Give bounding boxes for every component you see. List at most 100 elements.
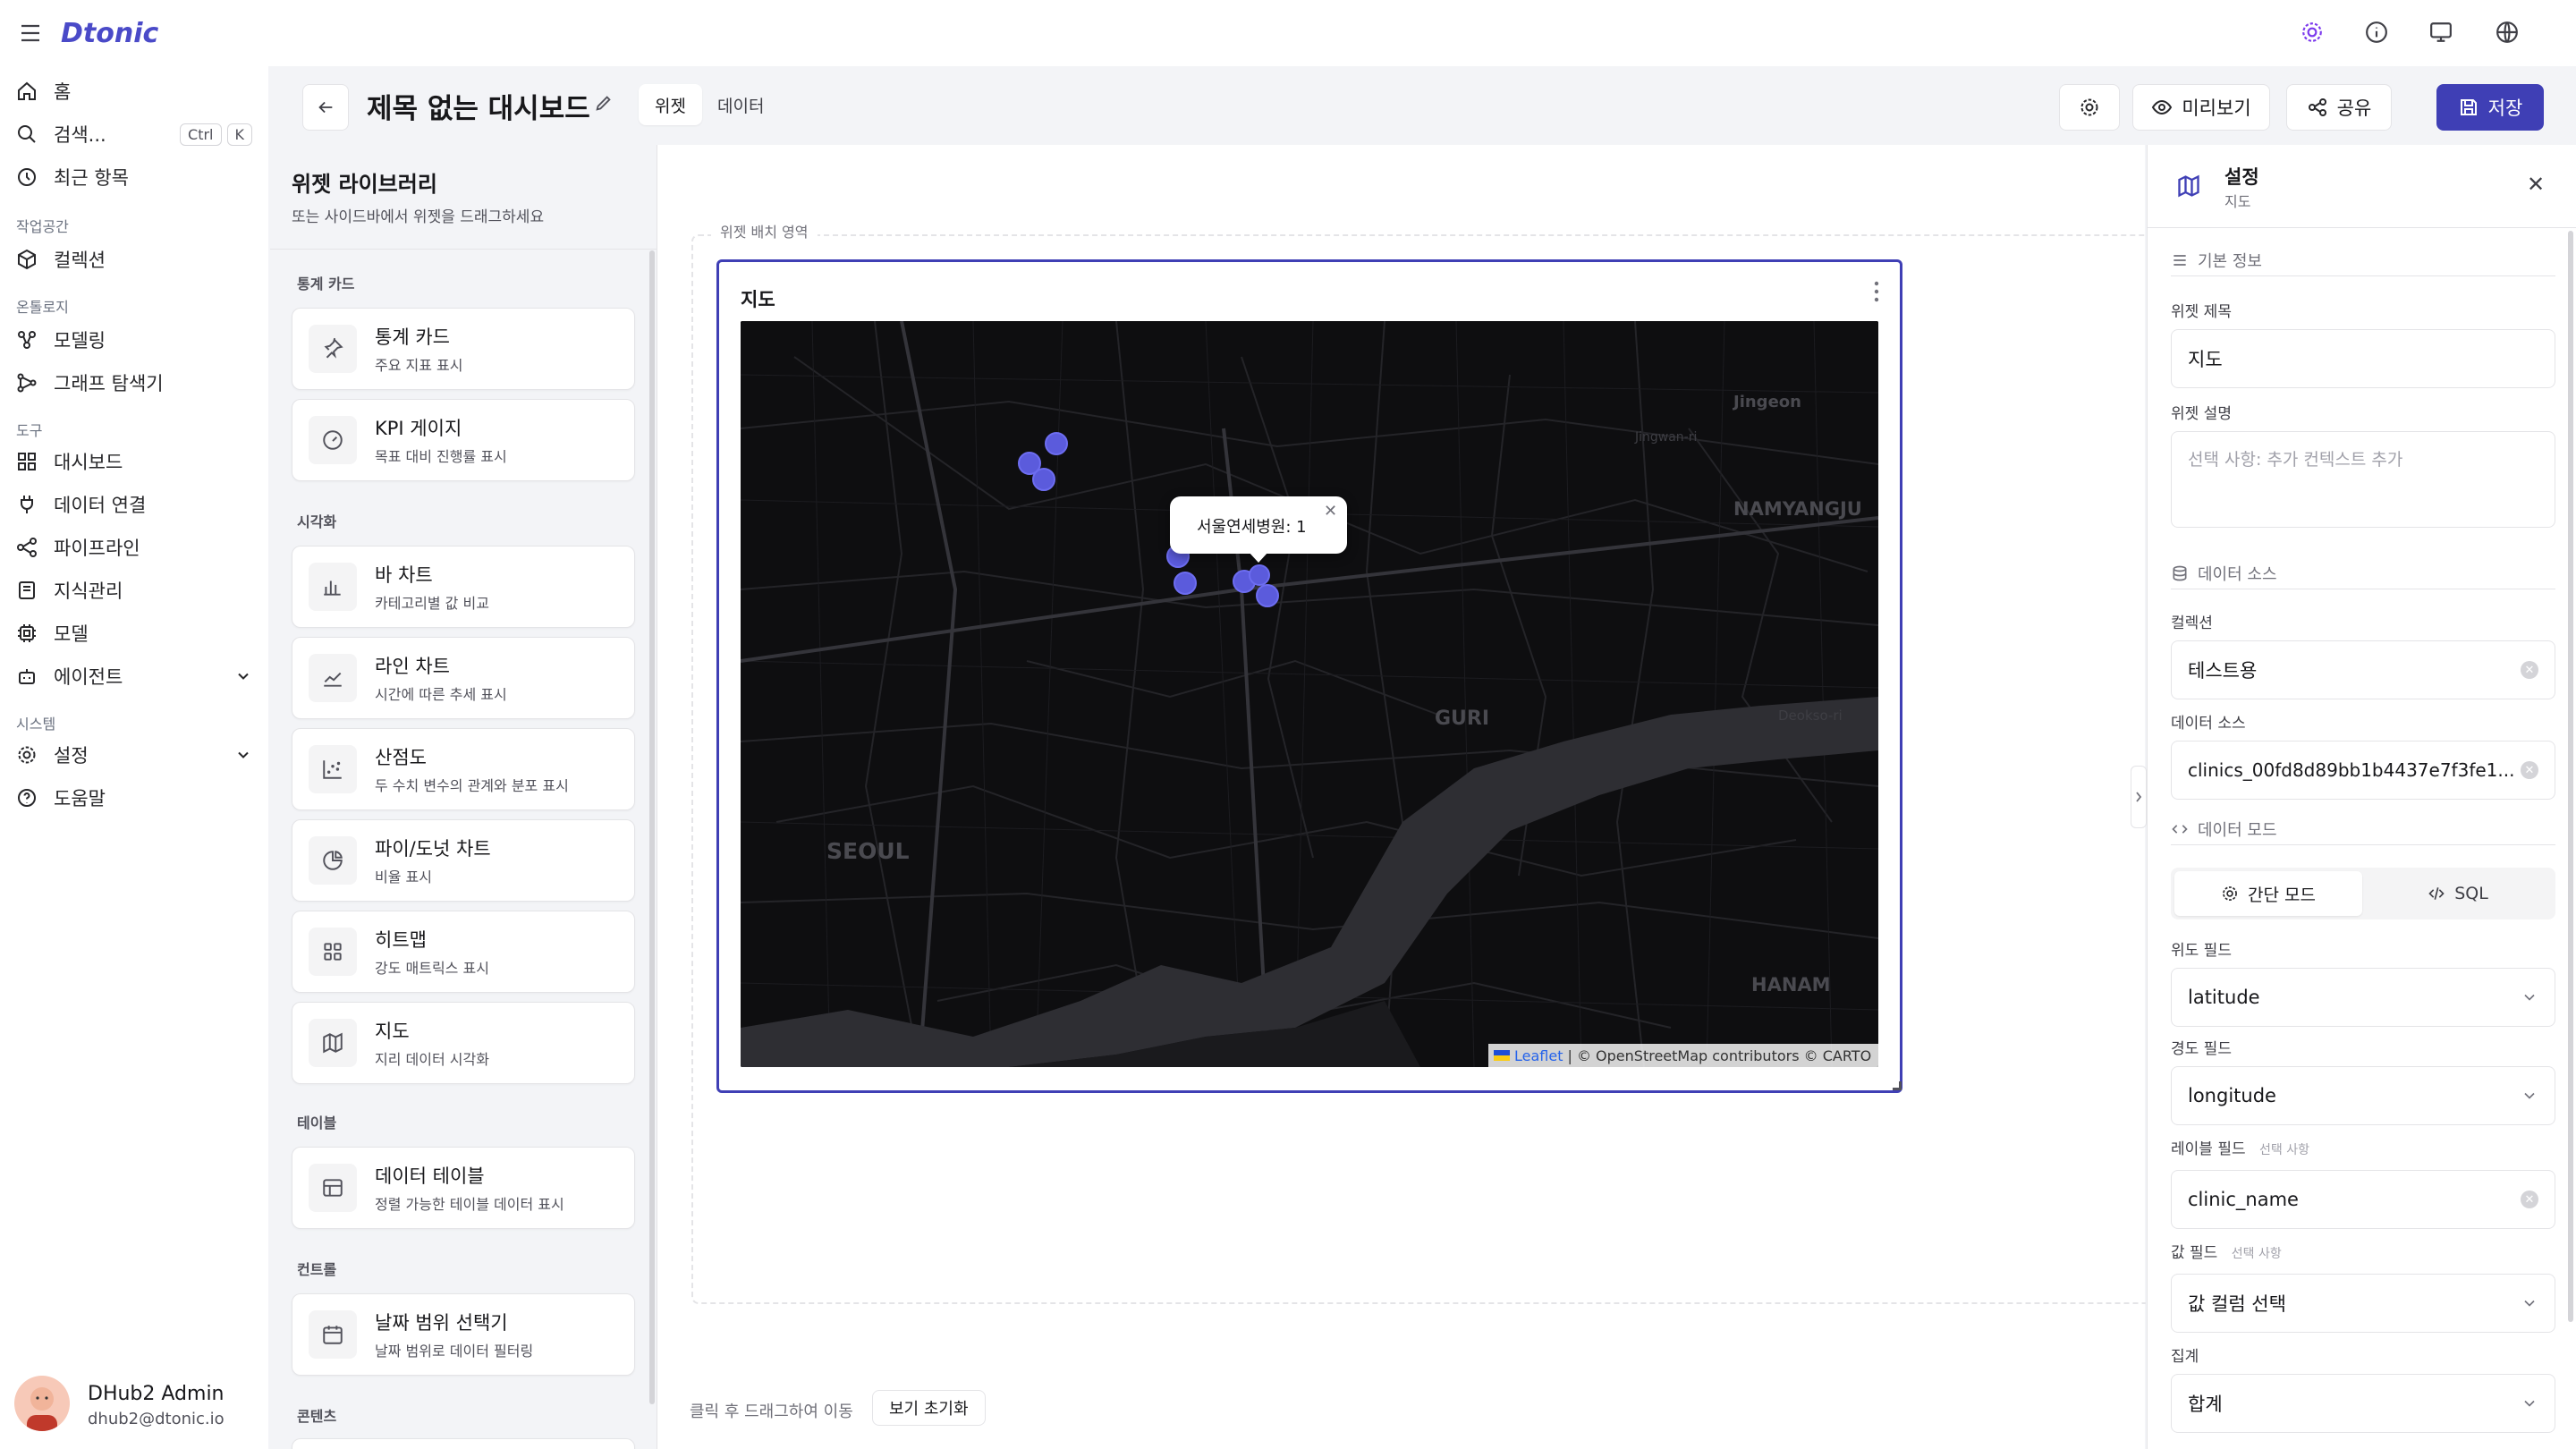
back-button[interactable] bbox=[302, 84, 349, 131]
data-source-select[interactable]: clinics_00fd8d89bb1b4437e7f3fe1... ✕ bbox=[2171, 741, 2555, 800]
widget-card-bar[interactable]: 바 차트 카테고리별 값 비교 bbox=[292, 546, 635, 628]
nav-item-graph-explorer[interactable]: 그래프 탐색기 bbox=[16, 365, 252, 401]
nav-item-search[interactable]: 검색... Ctrl K bbox=[16, 116, 252, 152]
kbd-k: K bbox=[226, 123, 252, 146]
divider bbox=[2171, 275, 2555, 276]
dashboard-canvas[interactable]: 위젯 배치 영역 지도 Jingeon Jingwan-ri NAMYANGJU… bbox=[657, 145, 2146, 1449]
simple-mode-tab[interactable]: 간단 모드 bbox=[2174, 871, 2362, 916]
page-title[interactable]: 제목 없는 대시보드 bbox=[367, 86, 590, 126]
panel-scrollbar[interactable] bbox=[2568, 231, 2573, 1322]
widget-card-kpi[interactable]: KPI 게이지 목표 대비 진행률 표시 bbox=[292, 399, 635, 481]
widget-title-input[interactable]: 지도 bbox=[2171, 329, 2555, 388]
clear-icon[interactable]: ✕ bbox=[2521, 761, 2538, 779]
chevron-down-icon[interactable] bbox=[234, 667, 252, 685]
reset-view-button[interactable]: 보기 초기화 bbox=[872, 1390, 986, 1426]
map-label-guri: GURI bbox=[1435, 708, 1490, 730]
nav-item-home[interactable]: 홈 bbox=[16, 73, 252, 109]
preview-button[interactable]: 미리보기 bbox=[2132, 84, 2270, 131]
nav-section-tools: 도구 bbox=[16, 422, 43, 439]
widget-card-map[interactable]: 지도 지리 데이터 시각화 bbox=[292, 1002, 635, 1084]
info-icon[interactable] bbox=[2365, 21, 2388, 44]
nav-item-modeling[interactable]: 모델링 bbox=[16, 322, 252, 358]
collapse-panel-handle[interactable] bbox=[2131, 766, 2147, 828]
value-field-label: 값 필드 선택 사항 bbox=[2171, 1240, 2282, 1262]
nav-item-collections[interactable]: 컬렉션 bbox=[16, 242, 252, 277]
nav-section-ontology: 온톨로지 bbox=[16, 299, 69, 316]
help-circle-icon bbox=[18, 789, 36, 807]
drop-area-label: 위젯 배치 영역 bbox=[711, 220, 818, 242]
label-field-select[interactable]: clinic_name ✕ bbox=[2171, 1170, 2555, 1229]
nav-item-settings[interactable]: 설정 bbox=[16, 737, 252, 773]
monitor-icon[interactable] bbox=[2429, 21, 2453, 44]
resize-handle[interactable] bbox=[1893, 1081, 1902, 1090]
nav-section-workspace: 작업공간 bbox=[16, 218, 69, 235]
map-marker[interactable] bbox=[1256, 584, 1279, 607]
nav-label-pipeline: 파이프라인 bbox=[54, 538, 140, 559]
widget-card-partial[interactable] bbox=[292, 1438, 635, 1449]
sql-mode-tab[interactable]: SQL bbox=[2364, 871, 2552, 916]
tab-data[interactable]: 데이터 bbox=[707, 84, 775, 125]
widget-card-pie[interactable]: 파이/도넛 차트 비율 표시 bbox=[292, 819, 635, 902]
map-marker[interactable] bbox=[1174, 572, 1197, 595]
book-icon bbox=[19, 581, 35, 599]
widget-card-heatmap[interactable]: 히트맵 강도 매트릭스 표시 bbox=[292, 911, 635, 993]
widget-card-table[interactable]: 데이터 테이블 정렬 가능한 테이블 데이터 표시 bbox=[292, 1147, 635, 1229]
chevron-down-icon bbox=[2524, 994, 2535, 1001]
globe-icon[interactable] bbox=[2496, 21, 2519, 44]
widget-card-stat[interactable]: 통계 카드 주요 지표 표시 bbox=[292, 308, 635, 390]
nav-label-settings: 설정 bbox=[54, 745, 89, 767]
widget-card-desc: 주요 지표 표시 bbox=[375, 357, 463, 374]
nav-item-dashboard[interactable]: 대시보드 bbox=[16, 444, 252, 479]
nav-item-agent[interactable]: 에이전트 bbox=[16, 658, 252, 694]
widget-card-desc: 날짜 범위로 데이터 필터링 bbox=[375, 1343, 534, 1360]
leaflet-link[interactable]: Leaflet bbox=[1514, 1047, 1563, 1064]
value-field-select[interactable]: 값 컬럼 선택 bbox=[2171, 1274, 2555, 1333]
sidebar-nav: 홈 검색... Ctrl K 최근 항목 작업공간 컬렉션 온톨로지 모델링 그… bbox=[0, 66, 268, 1449]
widget-card-scatter[interactable]: 산점도 두 수치 변수의 관계와 분포 표시 bbox=[292, 728, 635, 810]
widget-card-line[interactable]: 라인 차트 시간에 따른 추세 표시 bbox=[292, 637, 635, 719]
edit-pencil-icon[interactable] bbox=[594, 93, 614, 113]
chevron-right-icon bbox=[2136, 792, 2142, 802]
data-source-value: clinics_00fd8d89bb1b4437e7f3fe1... bbox=[2188, 759, 2515, 781]
nav-label-help: 도움말 bbox=[54, 788, 106, 809]
map-icon bbox=[309, 1019, 357, 1067]
widget-desc-textarea[interactable]: 선택 사항: 추가 컨텍스트 추가 bbox=[2171, 431, 2555, 528]
nav-item-model[interactable]: 모델 bbox=[16, 615, 252, 651]
map-view[interactable]: Jingeon Jingwan-ri NAMYANGJU GURI Deokso… bbox=[741, 321, 1878, 1067]
app-logo[interactable]: Dtonic bbox=[61, 18, 158, 49]
nav-item-data-connection[interactable]: 데이터 연결 bbox=[16, 487, 252, 522]
nav-item-recent[interactable]: 최근 항목 bbox=[16, 159, 252, 195]
widget-card-date-range[interactable]: 날짜 범위 선택기 날짜 범위로 데이터 필터링 bbox=[292, 1293, 635, 1376]
widget-card-title: 통계 카드 bbox=[375, 326, 450, 348]
clear-icon[interactable]: ✕ bbox=[2521, 661, 2538, 679]
more-vertical-icon[interactable] bbox=[1873, 280, 1880, 303]
widget-card-title: KPI 게이지 bbox=[375, 418, 462, 439]
close-icon[interactable]: ✕ bbox=[2527, 172, 2545, 197]
tab-widget[interactable]: 위젯 bbox=[639, 84, 702, 125]
share-button[interactable]: 공유 bbox=[2286, 84, 2392, 131]
collection-select[interactable]: 테스트용 ✕ bbox=[2171, 640, 2555, 699]
save-button[interactable]: 저장 bbox=[2436, 84, 2544, 131]
lng-field-select[interactable]: longitude bbox=[2171, 1066, 2555, 1125]
nav-item-knowledge[interactable]: 지식관리 bbox=[16, 572, 252, 608]
sql-mode-label: SQL bbox=[2454, 884, 2488, 903]
popup-close-icon[interactable]: ✕ bbox=[1324, 502, 1337, 521]
lat-field-select[interactable]: latitude bbox=[2171, 968, 2555, 1027]
map-marker[interactable] bbox=[1045, 432, 1068, 455]
nav-item-help[interactable]: 도움말 bbox=[16, 780, 252, 816]
nav-item-pipeline[interactable]: 파이프라인 bbox=[16, 530, 252, 565]
settings-gear-icon[interactable] bbox=[2301, 21, 2324, 44]
map-widget[interactable]: 지도 Jingeon Jingwan-ri NAMYANGJU GURI Deo… bbox=[716, 259, 1902, 1093]
library-scrollbar[interactable] bbox=[649, 250, 655, 1404]
aggregation-select[interactable]: 합계 bbox=[2171, 1374, 2555, 1433]
settings-button[interactable] bbox=[2059, 84, 2120, 131]
avatar[interactable] bbox=[14, 1376, 70, 1431]
menu-icon[interactable] bbox=[20, 23, 41, 43]
chevron-down-icon[interactable] bbox=[234, 746, 252, 764]
map-marker[interactable] bbox=[1032, 468, 1055, 491]
widget-card-desc: 시간에 따른 추세 표시 bbox=[375, 686, 507, 703]
section-data-mode-label: 데이터 모드 bbox=[2198, 821, 2277, 840]
chevron-down-icon bbox=[2524, 1400, 2535, 1407]
map-marker[interactable] bbox=[1249, 564, 1270, 586]
clear-icon[interactable]: ✕ bbox=[2521, 1191, 2538, 1208]
